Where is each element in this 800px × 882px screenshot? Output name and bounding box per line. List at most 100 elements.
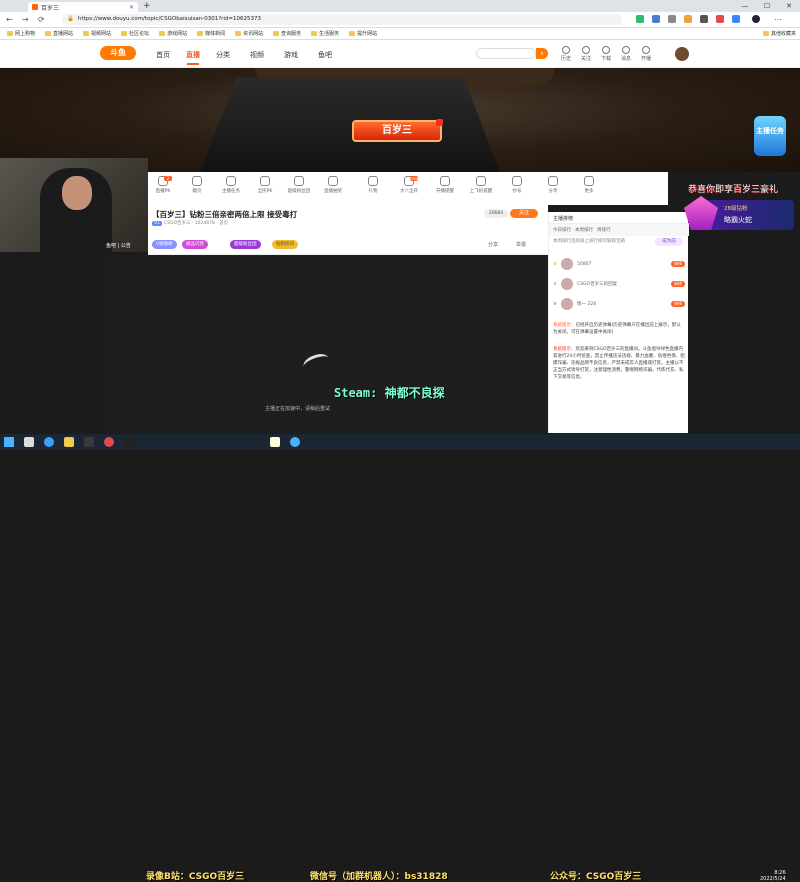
streamer-name-badge: 百岁三 — [352, 119, 443, 142]
rank-row[interactable]: ♛ CSGO百岁三的回复 周榜 — [553, 274, 685, 294]
bookmark-folder[interactable]: 生活服务 — [307, 30, 343, 37]
bilibili-overlay-text: 录像B站：CSGO百岁三 — [146, 872, 245, 882]
bookmark-folder[interactable]: 网上购物 — [3, 30, 39, 37]
tool-all-pk[interactable]: 全民PK — [250, 176, 280, 194]
webcam-label: 鱼吧 | 公告 — [106, 243, 131, 249]
steam-overlay-text: Steam: 神都不良探 — [334, 386, 445, 400]
report-link[interactable]: 举报 — [516, 241, 526, 248]
search-input[interactable] — [476, 48, 536, 59]
search-icon[interactable]: ⌕ — [536, 48, 548, 59]
follow-button[interactable]: 关注 — [510, 209, 538, 218]
extension-icon[interactable] — [652, 15, 660, 23]
minimize-icon[interactable]: — — [734, 0, 756, 12]
tool-flip[interactable]: 翻页 — [182, 176, 212, 194]
video-player[interactable]: 主播正在加速中，请稍后重试 — [105, 255, 548, 433]
tool-copy[interactable]: 抄号 — [502, 176, 532, 194]
bookmark-folder[interactable]: 社区论坛 — [117, 30, 153, 37]
gift-card: 28级钻粉 略霸火蛇 — [684, 196, 794, 230]
room-tag[interactable]: 超级粉丝团 — [230, 240, 261, 249]
browser-tab-bar: 百岁三 ✕ + — ☐ ✕ — [0, 0, 800, 12]
extension-icon[interactable] — [716, 15, 724, 23]
app-icon[interactable] — [290, 437, 300, 447]
tool-more[interactable]: 更多 — [574, 176, 604, 194]
rank-tab[interactable]: 主播排榜 — [549, 212, 689, 224]
avatar — [561, 298, 574, 310]
other-bookmarks[interactable]: 其他收藏夹 — [759, 30, 800, 37]
bookmark-folder[interactable]: 视频网站 — [79, 30, 115, 37]
nav-category[interactable]: 分类 — [216, 50, 230, 60]
room-toolbar: 直播PK 2 翻页 主播任务 全民PK 超级粉丝团 直播抽奖 礼物 大八全开 new… — [148, 172, 668, 205]
room-title: 【百岁三】钻粉三倍亲密两倍上限 接受毒打 — [152, 210, 298, 219]
tool-gift[interactable]: 礼物 — [358, 176, 388, 194]
rank-row[interactable]: ♛ 50807 周榜 — [553, 254, 685, 274]
rank-note: 本周排行连续排上排行榜可解锁宝箱 — [553, 239, 625, 244]
webcam-overlay: 鱼吧 | 公告 — [0, 158, 148, 252]
profile-avatar[interactable] — [752, 15, 760, 23]
tab-today[interactable]: 今日排行 — [553, 227, 571, 233]
explorer-icon[interactable] — [64, 437, 74, 447]
favorites-icon[interactable] — [684, 15, 692, 23]
bookmark-folder[interactable]: 媒体新闻 — [193, 30, 229, 37]
tool-share[interactable]: 分享 — [538, 176, 568, 194]
bookmark-folder[interactable]: 资讯网站 — [231, 30, 267, 37]
nav-video[interactable]: 视频 — [250, 50, 264, 60]
bookmark-folder[interactable]: 直播网站 — [41, 30, 77, 37]
app-icon[interactable] — [84, 437, 94, 447]
url-input[interactable]: 🔒 https://www.douyu.com/topic/CSGObaisui… — [62, 14, 622, 25]
qq-icon[interactable] — [270, 437, 280, 447]
back-icon[interactable]: ← — [6, 15, 13, 24]
tab-weekly[interactable]: 周排行 — [597, 227, 611, 233]
tool-plane[interactable]: 上飞机提醒 — [466, 176, 496, 194]
app-icon[interactable] — [104, 437, 114, 447]
close-window-icon[interactable]: ✕ — [778, 0, 800, 12]
extension-icon[interactable] — [636, 15, 644, 23]
nav-live[interactable]: 直播 — [186, 50, 200, 65]
extension-icon[interactable] — [732, 15, 740, 23]
rank-join-button[interactable]: 成为前 — [655, 238, 683, 246]
tool-task[interactable]: 主播任务 — [216, 176, 246, 194]
nav-home[interactable]: 首页 — [156, 50, 170, 60]
bookmark-folder[interactable]: 提升网站 — [345, 30, 381, 37]
system-message: 系统提示：欢迎来到CSGO百岁三的直播间，斗鱼倡导绿色直播内容进行24小时巡查，… — [553, 347, 685, 380]
share-link[interactable]: 分享 — [488, 241, 498, 248]
gift-name: 略霸火蛇 — [724, 216, 752, 224]
bookmark-folder[interactable]: 游戏网站 — [155, 30, 191, 37]
douyu-logo[interactable]: 斗鱼 — [100, 46, 136, 60]
room-tag[interactable]: V丽丽姬 — [152, 240, 177, 249]
reload-icon[interactable]: ⟳ — [38, 15, 45, 24]
forward-icon[interactable]: → — [22, 15, 29, 24]
windows-start-icon[interactable] — [4, 437, 14, 447]
gift-overlay: 恭喜你即享百岁三豪礼 28级钻粉 略霸火蛇 — [684, 172, 800, 434]
user-avatar[interactable] — [675, 47, 689, 61]
search-icon[interactable] — [24, 437, 34, 447]
browser-tab[interactable]: 百岁三 ✕ — [28, 2, 138, 12]
extension-icon[interactable] — [668, 15, 676, 23]
bookmark-folder[interactable]: 查询服务 — [269, 30, 305, 37]
folder-icon — [121, 31, 128, 36]
nav-game[interactable]: 游戏 — [284, 50, 298, 60]
avatar — [561, 258, 574, 270]
app-icon[interactable] — [124, 437, 134, 447]
edge-icon[interactable] — [44, 437, 54, 447]
tool-open[interactable]: 大八全开 new — [394, 176, 424, 194]
streamer-task-badge[interactable]: 主播任务 — [754, 116, 786, 156]
collections-icon[interactable] — [700, 15, 708, 23]
tool-remind[interactable]: 开播提醒 — [430, 176, 460, 194]
loading-spinner-icon — [301, 350, 331, 374]
tool-fan-club[interactable]: 超级粉丝团 — [284, 176, 314, 194]
go-live-icon[interactable]: 开播 — [634, 46, 658, 62]
tab-week[interactable]: 本周排行 — [575, 227, 593, 233]
room-tag[interactable]: 钻粉房间 — [272, 240, 298, 249]
new-tab-button[interactable]: + — [143, 1, 151, 11]
site-header: 斗鱼 首页 直播 分类 视频 游戏 鱼吧 ⌕ 历史 关注 下载 消息 开播 — [0, 40, 800, 68]
rank-row[interactable]: ♛ 情一 228 周榜 — [553, 294, 685, 314]
tool-lottery[interactable]: 直播抽奖 — [318, 176, 348, 194]
more-menu-icon[interactable]: ⋯ — [774, 15, 782, 24]
folder-icon — [349, 31, 356, 36]
nav-fishbar[interactable]: 鱼吧 — [318, 50, 332, 60]
close-tab-icon[interactable]: ✕ — [129, 4, 134, 11]
room-tag[interactable]: 极品闪亮 — [182, 240, 208, 249]
maximize-icon[interactable]: ☐ — [756, 0, 778, 12]
system-clock[interactable]: 8:26 2022/5/24 — [760, 870, 786, 882]
tool-pk[interactable]: 直播PK 2 — [148, 176, 178, 194]
